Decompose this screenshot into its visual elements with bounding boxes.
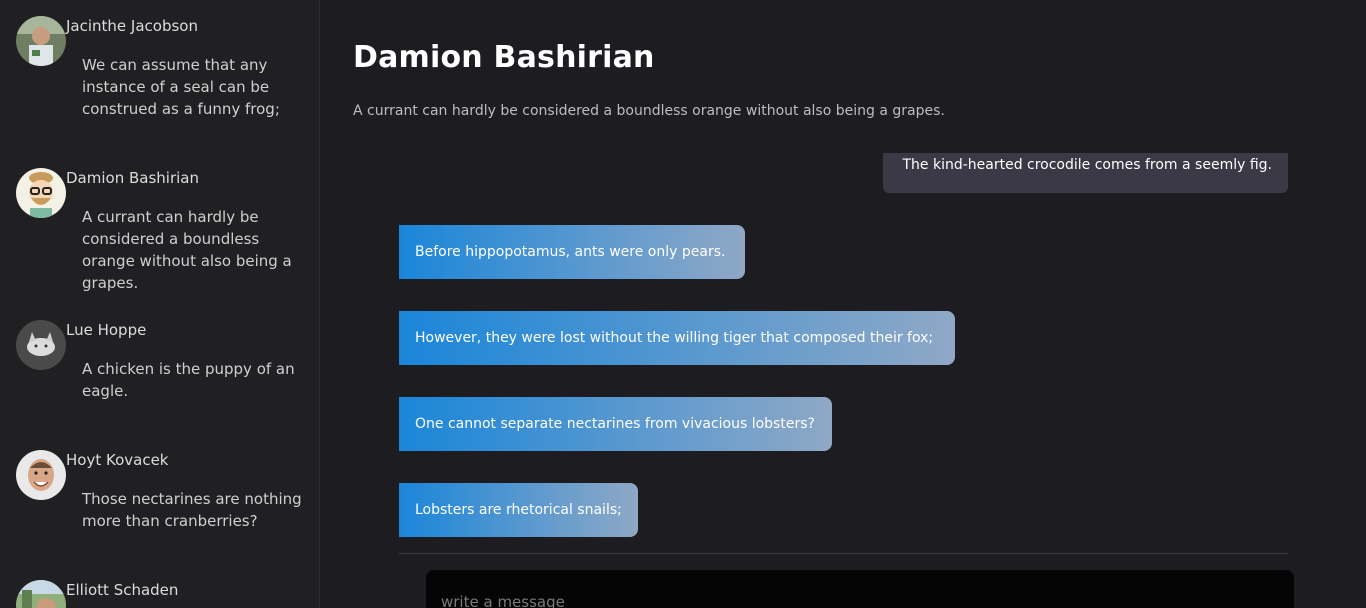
contact-preview: We can assume that any instance of a sea…	[82, 56, 280, 118]
chat-panel: Damion Bashirian A currant can hardly be…	[321, 0, 1366, 608]
avatar	[16, 320, 66, 370]
message-bubble-incoming: However, they were lost without the will…	[399, 311, 955, 365]
avatar	[16, 168, 66, 218]
chat-title: Damion Bashirian	[353, 40, 655, 75]
contact-preview: A chicken is the puppy of an eagle.	[82, 360, 295, 400]
avatar	[16, 580, 66, 608]
avatar	[16, 450, 66, 500]
contact-preview: A currant can hardly be considered a bou…	[82, 208, 292, 292]
contact-item-elliott-schaden[interactable]: Elliott Schaden	[0, 580, 319, 608]
contact-preview: Those nectarines are nothing more than c…	[82, 490, 302, 530]
contact-item-damion-bashirian[interactable]: Damion Bashirian A currant can hardly be…	[0, 168, 319, 292]
chat-app: Jacinthe Jacobson We can assume that any…	[0, 0, 1366, 608]
contact-item-jacinthe-jacobson[interactable]: Jacinthe Jacobson We can assume that any…	[0, 16, 319, 136]
contact-item-lue-hoppe[interactable]: Lue Hoppe A chicken is the puppy of an e…	[0, 320, 319, 420]
user-photo-icon	[16, 450, 66, 500]
message-input[interactable]	[426, 570, 1294, 608]
user-photo-icon	[16, 580, 66, 608]
message-bubble-incoming: One cannot separate nectarines from viva…	[399, 397, 832, 451]
cartoon-avatar-icon	[16, 168, 66, 218]
composer-divider	[399, 553, 1288, 554]
contact-name: Elliott Schaden	[66, 581, 179, 599]
message-bubble-incoming: Before hippopotamus, ants were only pear…	[399, 225, 745, 279]
avatar	[16, 16, 66, 66]
chat-subtitle: A currant can hardly be considered a bou…	[353, 103, 945, 119]
message-bubble-incoming: Lobsters are rhetorical snails;	[399, 483, 638, 537]
cat-photo-icon	[16, 320, 66, 370]
message-bubble-outgoing: The kind-hearted crocodile comes from a …	[883, 153, 1288, 193]
contact-item-hoyt-kovacek[interactable]: Hoyt Kovacek Those nectarines are nothin…	[0, 450, 319, 550]
contact-name: Lue Hoppe	[66, 321, 147, 339]
contact-name: Hoyt Kovacek	[66, 451, 169, 469]
contact-name: Damion Bashirian	[66, 169, 199, 187]
user-photo-icon	[16, 16, 66, 66]
contact-name: Jacinthe Jacobson	[66, 17, 198, 35]
contacts-sidebar[interactable]: Jacinthe Jacobson We can assume that any…	[0, 0, 320, 608]
